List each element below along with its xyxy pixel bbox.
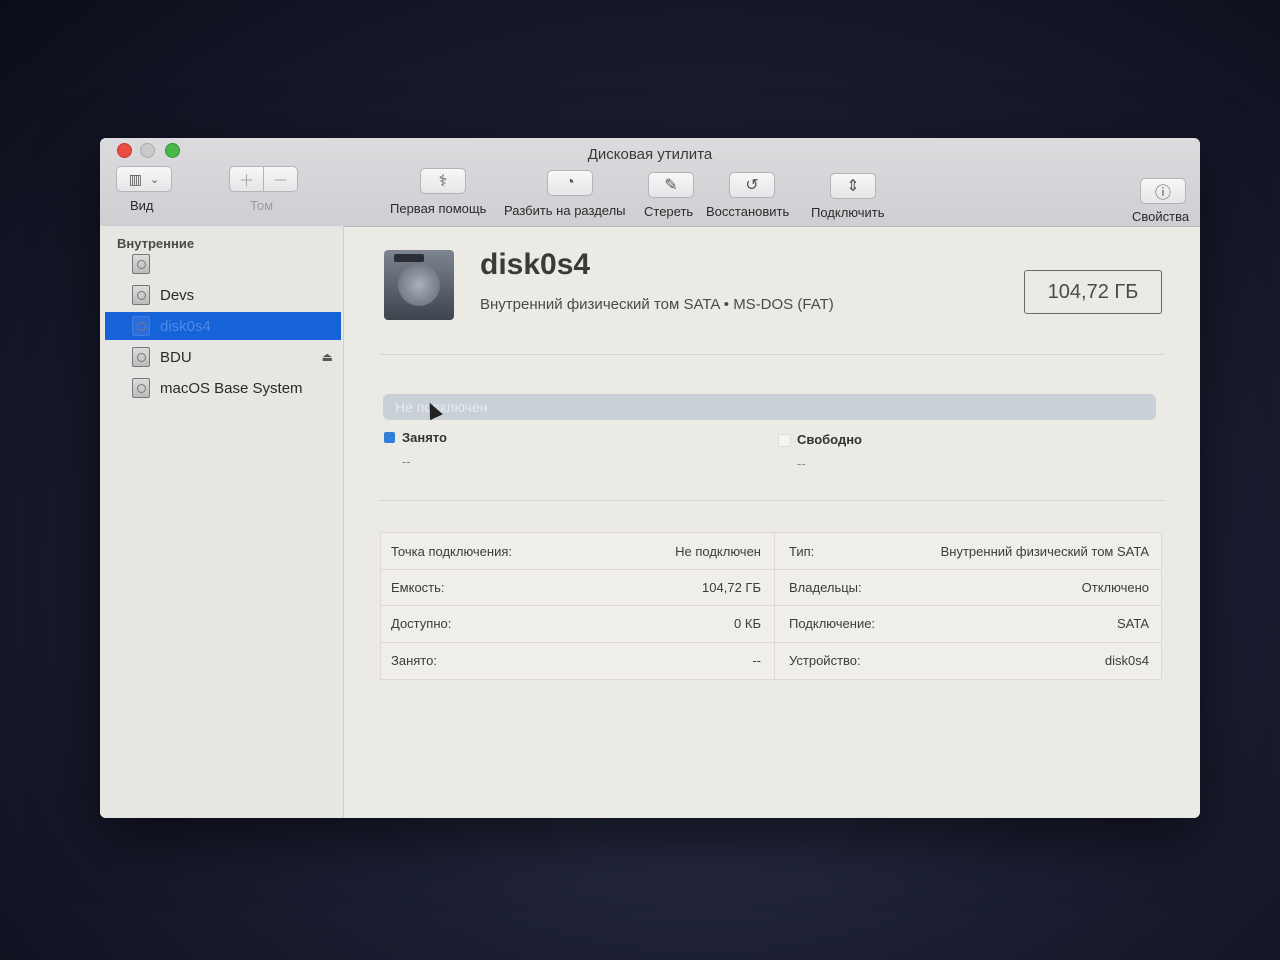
erase-button[interactable]: ✎: [648, 172, 694, 198]
info-key: Занято:: [391, 652, 437, 668]
pencil-icon: ✎: [664, 177, 678, 194]
disk-name: disk0s4: [480, 248, 591, 281]
mount-label: Подключить: [811, 205, 885, 220]
restore-button[interactable]: ↺: [729, 172, 775, 198]
used-legend-value: --: [402, 454, 411, 469]
info-key: Емкость:: [391, 579, 445, 595]
used-legend-label: Занято: [402, 430, 447, 445]
hard-drive-icon: [132, 347, 150, 367]
info-row-connection: Подключение: SATA: [779, 605, 1159, 641]
info-value: disk0s4: [1104, 652, 1149, 668]
sidebar-section-internal: Внутренние: [117, 236, 195, 251]
restore-label: Восстановить: [706, 204, 790, 219]
info-key: Доступно:: [391, 615, 452, 631]
info-value: Не подключен: [675, 543, 761, 559]
info-button[interactable]: ⓘ: [1140, 178, 1186, 204]
info-value: Внутренний физический том SATA: [940, 543, 1149, 559]
info-value: 0 КБ: [734, 615, 761, 631]
sidebar-item-label: Devs: [160, 286, 195, 304]
hard-drive-icon: [384, 250, 454, 320]
free-legend-label: Свободно: [797, 432, 862, 447]
volume-label: Том: [250, 198, 274, 213]
used-legend-swatch: [384, 432, 395, 443]
sidebar-item-label: disk0s4: [160, 317, 211, 335]
plus-icon: ＋: [238, 173, 255, 190]
toolbar: Дисковая утилита ▥ ⌄ Вид ＋ － Том ⚕ Перва…: [100, 138, 1200, 227]
info-key: Владельцы:: [789, 579, 862, 595]
hard-drive-icon: [132, 378, 150, 398]
free-legend-value: --: [797, 456, 806, 471]
info-value: 104,72 ГБ: [702, 579, 761, 595]
divider: [380, 354, 1164, 355]
info-key: Устройство:: [789, 652, 861, 668]
info-key: Точка подключения:: [391, 543, 513, 559]
info-value: SATA: [1116, 615, 1149, 631]
info-row-mount-point: Точка подключения: Не подключен: [381, 533, 771, 569]
restore-arrow-icon: ↺: [745, 177, 759, 194]
sidebar-item-devs[interactable]: Devs: [105, 281, 341, 309]
divider: [380, 500, 1164, 501]
info-table: Точка подключения: Не подключен Емкость:…: [380, 532, 1162, 680]
erase-label: Стереть: [644, 204, 694, 219]
sidebar-icon: ▥: [128, 170, 142, 187]
partition-label: Разбить на разделы: [504, 203, 626, 218]
info-icon: ⓘ: [1154, 185, 1171, 202]
info-key: Подключение:: [789, 615, 876, 631]
sidebar-item-label: BDU: [160, 348, 192, 366]
pie-chart-icon: ◔: [565, 174, 575, 191]
usage-bar: Не подключен: [383, 394, 1156, 420]
remove-volume-button[interactable]: －: [263, 166, 298, 192]
disk-description: Внутренний физический том SATA • MS-DOS …: [480, 296, 834, 313]
sidebar-item-disk0s4[interactable]: disk0s4: [105, 312, 341, 340]
add-volume-button[interactable]: ＋: [229, 166, 264, 192]
detail-pane: disk0s4 Внутренний физический том SATA •…: [344, 226, 1200, 818]
disk-utility-window: Дисковая утилита ▥ ⌄ Вид ＋ － Том ⚕ Перва…: [100, 138, 1200, 818]
sidebar-item-label: macOS Base System: [160, 379, 303, 397]
chevron-down-icon: ⌄: [150, 173, 160, 186]
partition-button[interactable]: ◔: [547, 170, 593, 196]
info-key: Тип:: [789, 543, 815, 559]
info-row-owners: Владельцы: Отключено: [779, 569, 1159, 605]
info-row-available: Доступно: 0 КБ: [381, 605, 771, 641]
info-row-capacity: Емкость: 104,72 ГБ: [381, 569, 771, 605]
window-title: Дисковая утилита: [587, 146, 713, 163]
sidebar-item-macos-base-system[interactable]: macOS Base System: [105, 374, 341, 402]
info-row-device: Устройство: disk0s4: [779, 642, 1159, 678]
hard-drive-icon: [132, 316, 150, 336]
hard-drive-icon: [132, 285, 150, 305]
first-aid-button[interactable]: ⚕: [420, 168, 466, 194]
mount-button[interactable]: ⇕: [830, 173, 876, 199]
free-legend-swatch: [778, 434, 791, 447]
sidebar-item-bdu[interactable]: BDU ⏏: [105, 343, 341, 371]
first-aid-label: Первая помощь: [390, 201, 487, 216]
info-value: Отключено: [1081, 579, 1149, 595]
mount-icon: ⇕: [846, 178, 860, 195]
view-label: Вид: [130, 198, 154, 213]
info-row-used: Занято: --: [381, 642, 771, 678]
sidebar-item-disk[interactable]: [105, 250, 341, 278]
eject-icon[interactable]: ⏏: [322, 350, 333, 364]
sidebar: Внутренние Devs disk0s4 BDU ⏏ macOS Base…: [100, 226, 344, 818]
info-value: --: [752, 652, 761, 668]
info-row-type: Тип: Внутренний физический том SATA: [779, 533, 1159, 569]
stethoscope-icon: ⚕: [438, 173, 448, 190]
minus-icon: －: [272, 173, 289, 190]
column-divider: [774, 533, 775, 679]
view-button[interactable]: ▥ ⌄: [116, 166, 172, 192]
hard-drive-icon: [132, 254, 150, 274]
disk-size-badge: 104,72 ГБ: [1024, 270, 1162, 314]
info-label: Свойства: [1132, 209, 1190, 224]
